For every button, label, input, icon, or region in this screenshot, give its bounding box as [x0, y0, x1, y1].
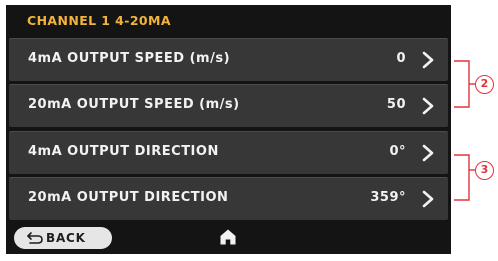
device-screen: CHANNEL 1 4-20MA 4mA OUTPUT SPEED (m/s) … [6, 5, 451, 254]
setting-label: 4mA OUTPUT DIRECTION [28, 144, 219, 159]
callout-brackets [454, 60, 475, 201]
setting-row-4ma-direction[interactable]: 4mA OUTPUT DIRECTION 0° [9, 131, 448, 174]
callout-badge-3: 3 [475, 161, 494, 180]
setting-label: 4mA OUTPUT SPEED (m/s) [28, 51, 231, 66]
setting-row-20ma-speed[interactable]: 20mA OUTPUT SPEED (m/s) 50 [9, 84, 448, 127]
setting-row-4ma-speed[interactable]: 4mA OUTPUT SPEED (m/s) 0 [9, 38, 448, 81]
setting-label: 20mA OUTPUT DIRECTION [28, 190, 229, 205]
chevron-right-icon [422, 51, 434, 69]
back-arrow-icon [27, 232, 43, 244]
setting-value: 359° [370, 190, 406, 205]
setting-row-20ma-direction[interactable]: 20mA OUTPUT DIRECTION 359° [9, 177, 448, 220]
callout-badge-2: 2 [475, 75, 494, 94]
chevron-right-icon [422, 97, 434, 115]
home-icon[interactable] [219, 228, 237, 246]
page-title: CHANNEL 1 4-20MA [27, 13, 171, 28]
chevron-right-icon [422, 190, 434, 208]
setting-value: 0 [396, 51, 406, 66]
chevron-right-icon [422, 144, 434, 162]
setting-value: 0° [389, 144, 406, 159]
setting-label: 20mA OUTPUT SPEED (m/s) [28, 97, 240, 112]
back-button[interactable]: BACK [14, 227, 112, 249]
footer-bar: BACK [6, 222, 451, 254]
back-button-label: BACK [46, 231, 86, 245]
setting-value: 50 [386, 97, 406, 112]
